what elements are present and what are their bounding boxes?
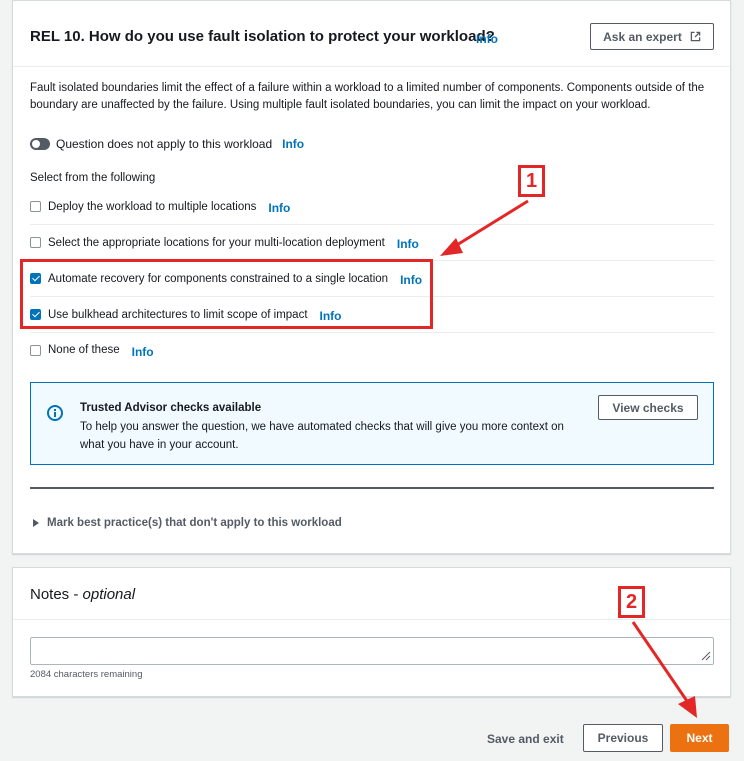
- annotation-badge-1: 1: [518, 165, 545, 197]
- info-circle-icon: [47, 405, 63, 421]
- choice-label: Automate recovery for components constra…: [48, 272, 389, 285]
- view-checks-button[interactable]: View checks: [598, 395, 698, 420]
- ask-expert-label: Ask an expert: [603, 29, 682, 44]
- choice-row[interactable]: None of these Info: [30, 332, 714, 368]
- choice-info-link[interactable]: Info: [320, 309, 342, 323]
- trusted-advisor-title: Trusted Advisor checks available: [80, 402, 262, 414]
- notes-title-text: Notes -: [30, 586, 83, 603]
- choice-row[interactable]: Automate recovery for components constra…: [30, 261, 714, 297]
- expander-label: Mark best practice(s) that don't apply t…: [47, 517, 342, 529]
- question-header: REL 10. How do you use fault isolation t…: [13, 1, 730, 67]
- caret-right-icon: [33, 519, 39, 527]
- choice-label: Select the appropriate locations for you…: [48, 236, 385, 249]
- choice-info-link[interactable]: Info: [132, 345, 154, 359]
- previous-button[interactable]: Previous: [583, 724, 663, 752]
- choice-info-link[interactable]: Info: [397, 237, 419, 251]
- best-practice-expander[interactable]: Mark best practice(s) that don't apply t…: [33, 517, 342, 529]
- question-title: REL 10. How do you use fault isolation t…: [30, 28, 495, 45]
- not-applicable-toggle[interactable]: [30, 138, 50, 150]
- choice-row[interactable]: Select the appropriate locations for you…: [30, 225, 714, 261]
- annotation-badge-2: 2: [618, 586, 645, 618]
- question-info-link[interactable]: Info: [476, 32, 498, 46]
- choice-checkbox[interactable]: [30, 237, 41, 248]
- choice-info-link[interactable]: Info: [268, 201, 290, 215]
- choice-label: None of these: [48, 344, 120, 356]
- choice-row[interactable]: Use bulkhead architectures to limit scop…: [30, 297, 714, 333]
- notes-title: Notes - optional: [30, 586, 135, 603]
- choice-checkbox[interactable]: [30, 309, 41, 320]
- choice-label: Use bulkhead architectures to limit scop…: [48, 308, 308, 321]
- notes-textarea[interactable]: [30, 637, 714, 665]
- question-description: Fault isolated boundaries limit the effe…: [30, 82, 705, 111]
- question-card: REL 10. How do you use fault isolation t…: [12, 0, 731, 554]
- trusted-advisor-alert: Trusted Advisor checks available To help…: [30, 382, 714, 465]
- section-divider: [30, 487, 714, 489]
- notes-optional-text: optional: [82, 586, 136, 603]
- ask-expert-button[interactable]: Ask an expert: [590, 23, 714, 50]
- not-applicable-row: Question does not apply to this workload…: [30, 136, 304, 152]
- not-applicable-info-link[interactable]: Info: [282, 137, 304, 151]
- next-button[interactable]: Next: [670, 724, 729, 752]
- choice-checkbox[interactable]: [30, 201, 41, 212]
- save-exit-button[interactable]: Save and exit: [487, 732, 564, 746]
- choice-row[interactable]: Deploy the workload to multiple location…: [30, 189, 714, 225]
- choice-checkbox[interactable]: [30, 344, 41, 356]
- trusted-advisor-text: To help you answer the question, we have…: [80, 421, 564, 451]
- resize-grip-icon[interactable]: [700, 650, 711, 661]
- chars-remaining: 2084 characters remaining: [30, 669, 143, 680]
- not-applicable-label: Question does not apply to this workload: [56, 137, 273, 151]
- choice-info-link[interactable]: Info: [400, 273, 422, 287]
- choice-checkbox[interactable]: [30, 273, 41, 284]
- select-instruction: Select from the following: [30, 172, 156, 184]
- arrowhead-2-icon: [678, 696, 697, 718]
- choice-label: Deploy the workload to multiple location…: [48, 200, 257, 213]
- external-link-icon: [690, 31, 701, 42]
